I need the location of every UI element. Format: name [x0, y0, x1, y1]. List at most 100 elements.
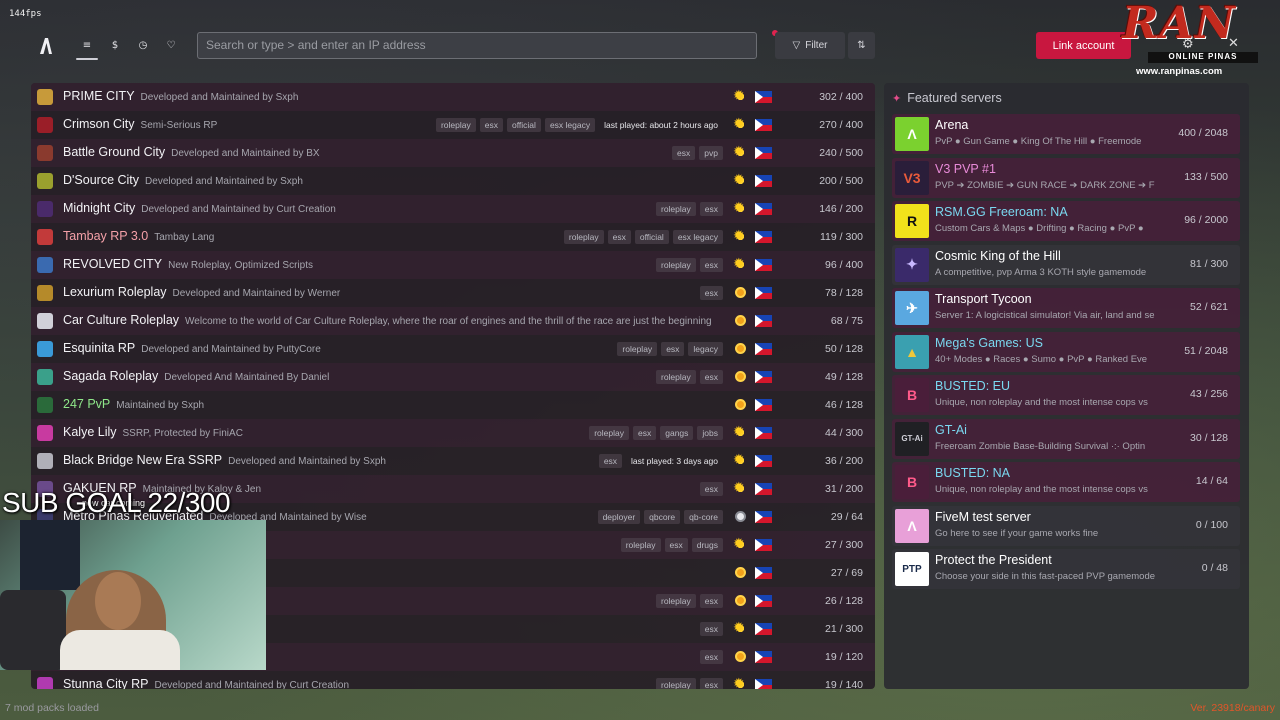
server-tag[interactable]: qbcore — [644, 510, 681, 524]
server-tag[interactable]: roleplay — [655, 594, 696, 608]
server-row[interactable]: Midnight City Developed and Maintained by… — [31, 195, 875, 223]
server-tag[interactable]: roleplay — [589, 426, 629, 440]
featured-server-card[interactable]: PTP Protect the President Choose your side… — [892, 549, 1240, 589]
player-count: 19 / 140 — [825, 679, 863, 689]
server-row[interactable]: Battle Ground City Developed and Maintain… — [31, 139, 875, 167]
server-tag[interactable]: drugs — [691, 538, 723, 552]
server-status-icon — [733, 451, 746, 468]
server-tag[interactable]: esx — [699, 370, 723, 384]
server-icon — [37, 397, 53, 413]
server-icon — [37, 453, 53, 469]
server-tag[interactable]: roleplay — [655, 678, 696, 689]
server-tag[interactable]: official — [506, 118, 541, 132]
server-tag[interactable]: esx — [633, 426, 657, 440]
server-row[interactable]: Stunna City RP Developed and Maintained b… — [31, 671, 875, 689]
philippines-flag-icon — [755, 483, 772, 495]
server-tag[interactable]: esx — [479, 118, 503, 132]
server-tag[interactable]: pvp — [699, 146, 723, 160]
nav-dollar[interactable]: $ — [104, 34, 126, 56]
server-name-text: Crimson City — [63, 117, 135, 131]
server-tag[interactable]: esx — [664, 538, 688, 552]
featured-server-icon: ✈ — [895, 291, 929, 325]
server-tag[interactable]: esx — [699, 622, 723, 636]
featured-server-name: GT-Ai — [935, 422, 967, 437]
server-description: Developed and Maintained by PuttyCore — [141, 344, 321, 355]
server-row[interactable]: 247 PvP Maintained by Sxph 46 / 128 — [31, 391, 875, 419]
server-tag[interactable]: gangs — [660, 426, 694, 440]
server-tag[interactable]: esx — [699, 594, 723, 608]
server-tag[interactable]: roleplay — [617, 342, 658, 356]
server-name: Stunna City RP Developed and Maintained b… — [63, 677, 349, 689]
server-tag[interactable]: esx — [661, 342, 685, 356]
featured-server-card[interactable]: ✈ Transport Tycoon Server 1: A logicistica… — [892, 288, 1240, 328]
server-tag[interactable]: jobs — [697, 426, 723, 440]
server-tag[interactable]: roleplay — [620, 538, 661, 552]
server-tag[interactable]: roleplay — [655, 258, 696, 272]
server-description: Developed and Maintained by Sxph — [140, 92, 299, 103]
server-icon — [37, 677, 53, 689]
server-row[interactable]: REVOLVED CITY New Roleplay, Optimized Scr… — [31, 251, 875, 279]
featured-server-card[interactable]: GT-Ai GT-Ai Freeroam Zombie Base-Building … — [892, 418, 1240, 459]
server-tag[interactable]: roleplay — [655, 202, 696, 216]
featured-server-card[interactable]: R RSM.GG Freeroam: NA Custom Cars & Maps ●… — [892, 201, 1240, 241]
server-tag[interactable]: roleplay — [563, 230, 604, 244]
player-count: 49 / 128 — [825, 371, 863, 383]
player-count: 44 / 300 — [825, 427, 863, 439]
server-row[interactable]: Kalye Lily SSRP, Protected by FiniAC rolep… — [31, 419, 875, 447]
featured-player-count: 51 / 2048 — [1184, 344, 1228, 357]
server-tag[interactable]: roleplay — [435, 118, 476, 132]
server-row[interactable]: PRIME CITY Developed and Maintained by Sx… — [31, 83, 875, 111]
featured-server-name: RSM.GG Freeroam: NA — [935, 205, 1068, 219]
server-tag[interactable]: esx — [672, 146, 696, 160]
server-tag[interactable]: esx — [607, 230, 631, 244]
server-row[interactable]: Sagada Roleplay Developed And Maintained … — [31, 363, 875, 391]
nav-history[interactable]: ◷ — [132, 34, 154, 56]
server-row[interactable]: Black Bridge New Era SSRP Developed and M… — [31, 447, 875, 475]
featured-server-card[interactable]: Λ FiveM test server Go here to see if your… — [892, 505, 1240, 546]
version-label: Ver. 23918/canary — [1190, 702, 1275, 714]
server-tag[interactable]: esx legacy — [672, 230, 723, 244]
featured-server-card[interactable]: B BUSTED: NA Unique, non roleplay and the … — [892, 462, 1240, 502]
sort-button[interactable]: ⇅ — [848, 32, 875, 59]
server-tag[interactable]: esx — [699, 202, 723, 216]
server-tag[interactable]: esx legacy — [544, 118, 596, 132]
featured-server-card[interactable]: Λ Arena PvP ● Gun Game ● King Of The Hill … — [892, 114, 1240, 154]
server-status-icon — [733, 199, 746, 216]
server-tags: deployer qbcore qb-core — [597, 510, 723, 524]
server-tag[interactable]: deployer — [597, 510, 641, 524]
server-row[interactable]: D'Source City Developed and Maintained by… — [31, 167, 875, 195]
server-name: Sagada Roleplay Developed And Maintained … — [63, 369, 329, 383]
philippines-flag-icon — [755, 679, 772, 689]
featured-server-card[interactable]: ✦ Cosmic King of the Hill A competitive, p… — [892, 244, 1240, 285]
server-description: Developed and Maintained by Curt Creatio… — [141, 204, 336, 215]
server-tag[interactable]: roleplay — [655, 370, 696, 384]
nav-list[interactable]: ≡ — [76, 34, 98, 60]
server-tag[interactable]: esx — [699, 258, 723, 272]
server-tag[interactable]: qb-core — [684, 510, 723, 524]
server-search-input[interactable]: Search or type > and enter an IP address — [197, 32, 757, 59]
server-icon — [37, 257, 53, 273]
featured-server-card[interactable]: ▲ Mega's Games: US 40+ Modes ● Races ● Sum… — [892, 331, 1240, 372]
featured-server-icon: B — [895, 378, 929, 412]
server-tag[interactable]: esx — [699, 286, 723, 300]
featured-server-card[interactable]: B BUSTED: EU Unique, non roleplay and the … — [892, 375, 1240, 415]
nav-heart[interactable]: ♡ — [160, 34, 182, 56]
server-tag[interactable]: legacy — [688, 342, 723, 356]
server-row[interactable]: Tambay RP 3.0 Tambay Lang roleplay esx offic… — [31, 223, 875, 251]
link-account-button[interactable]: Link account — [1036, 32, 1131, 59]
filter-button[interactable]: ▽ Filter — [775, 32, 845, 59]
server-name-text: REVOLVED CITY — [63, 257, 163, 271]
server-row[interactable]: Car Culture Roleplay Welcome to the world… — [31, 307, 875, 335]
server-row[interactable]: Lexurium Roleplay Developed and Maintaine… — [31, 279, 875, 307]
server-tag[interactable]: esx — [699, 650, 723, 664]
fivem-logo-icon[interactable] — [38, 37, 54, 55]
featured-server-card[interactable]: V3 V3 PVP #1 PVP ➔ ZOMBIE ➔ GUN RACE ➔ DAR… — [892, 157, 1240, 198]
server-status-icon — [733, 115, 746, 132]
server-tag[interactable]: esx — [699, 678, 723, 689]
server-tag[interactable]: esx — [598, 454, 623, 468]
server-row[interactable]: Crimson City Semi-Serious RP roleplay esx of… — [31, 111, 875, 139]
server-tag[interactable]: official — [634, 230, 669, 244]
server-row[interactable]: Esquinita RP Developed and Maintained by … — [31, 335, 875, 363]
server-tag[interactable]: esx — [699, 482, 723, 496]
top-bar: ≡ $ ◷ ♡ Search or type > and enter an IP ad… — [0, 30, 1280, 62]
